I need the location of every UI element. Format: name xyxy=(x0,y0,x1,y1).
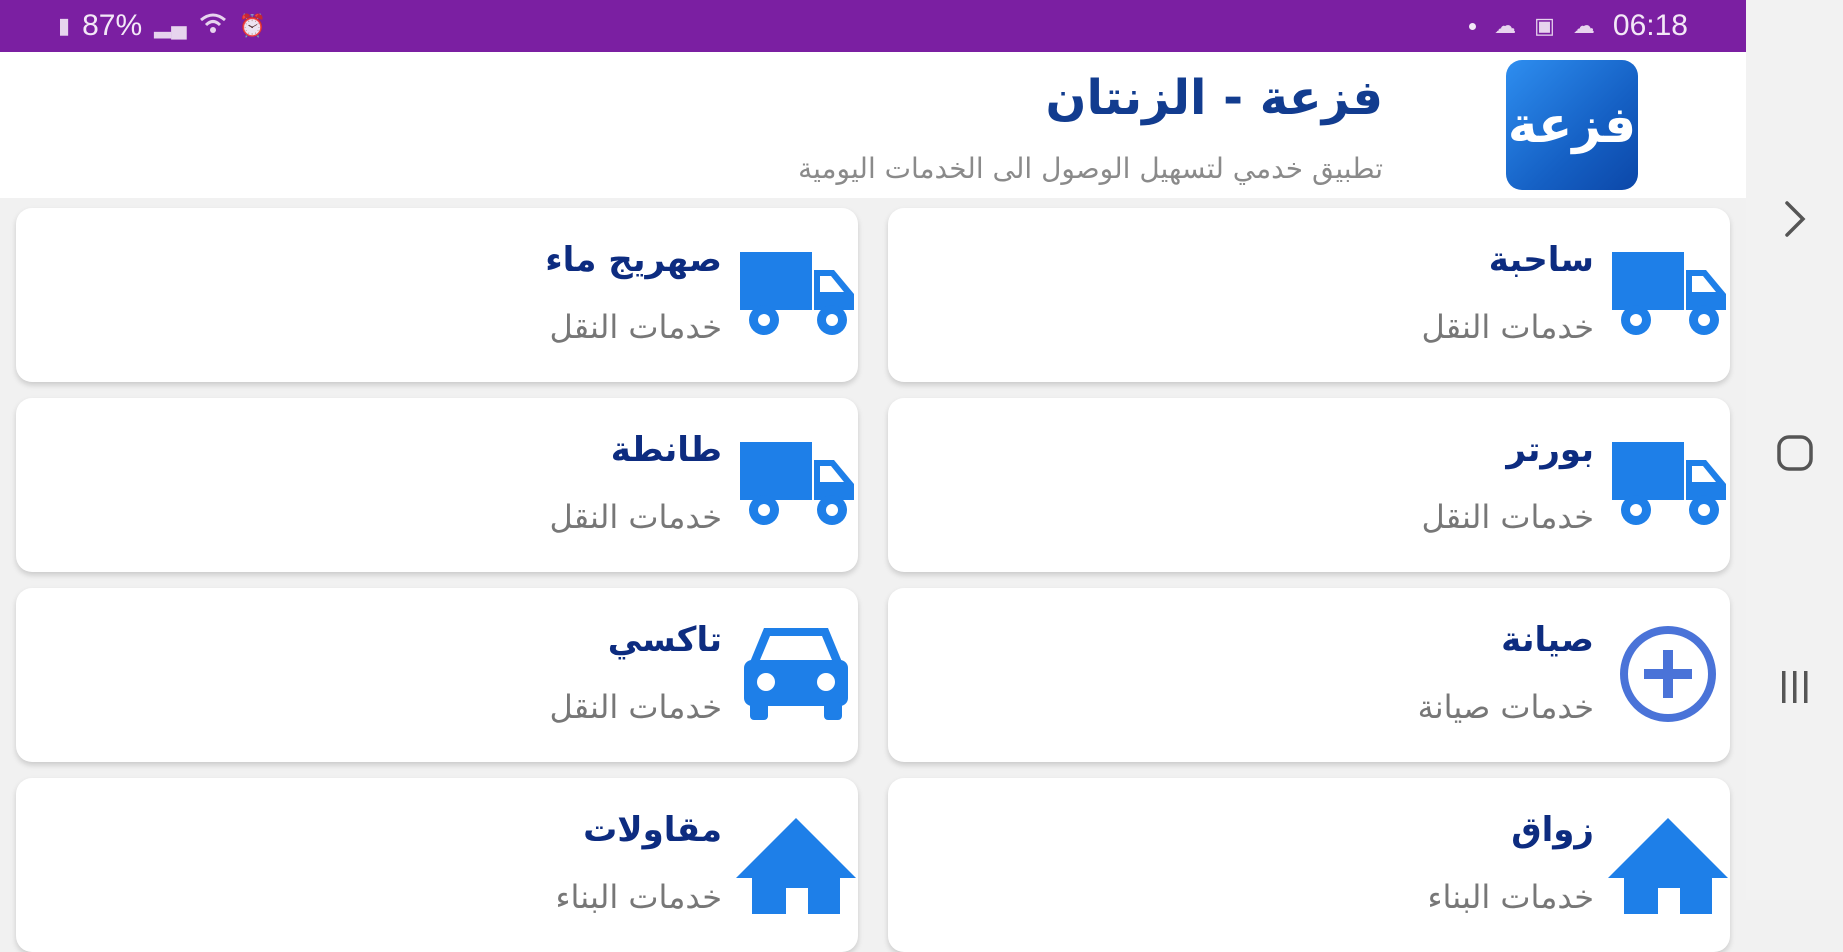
app-title: فزعة - الزنتان xyxy=(1045,70,1383,126)
home-square-icon xyxy=(1777,435,1813,471)
service-category: خدمات النقل xyxy=(1421,308,1594,346)
battery-icon: ▮ xyxy=(58,13,71,38)
service-card[interactable]: بورتر خدمات النقل xyxy=(888,398,1730,572)
recents-button[interactable] xyxy=(1774,666,1816,708)
service-card[interactable]: صهريج ماء خدمات النقل xyxy=(16,208,858,382)
service-title: صيانة xyxy=(1501,620,1594,660)
status-right: ☁ ▣ ☁ 06:18 xyxy=(1469,9,1688,43)
app-logo: فزعة xyxy=(1506,60,1638,190)
back-button[interactable] xyxy=(1774,198,1816,240)
weather-icon: ☁ xyxy=(1494,13,1517,38)
car-icon xyxy=(734,624,858,724)
service-category: خدمات البناء xyxy=(1427,878,1594,916)
recents-icon xyxy=(1782,671,1808,703)
navigation-bar xyxy=(1746,0,1843,900)
service-card[interactable]: ساحبة خدمات النقل xyxy=(888,208,1730,382)
services-grid: ساحبة خدمات النقل صهريج ماء خدمات النقل … xyxy=(0,198,1746,952)
truck-icon xyxy=(1606,434,1730,534)
service-category: خدمات النقل xyxy=(549,498,722,536)
clock: 06:18 xyxy=(1612,9,1688,42)
status-left: ▮ 87% ▂▄ ⏰ xyxy=(58,9,266,43)
gallery-icon: ▣ xyxy=(1534,13,1555,38)
alarm-icon: ⏰ xyxy=(238,13,267,38)
service-title: صهريج ماء xyxy=(545,240,722,280)
service-card[interactable]: مقاولات خدمات البناء xyxy=(16,778,858,952)
service-title: تاكسي xyxy=(607,620,722,660)
add-circle-icon xyxy=(1606,624,1730,724)
service-card[interactable]: تاكسي خدمات النقل xyxy=(16,588,858,762)
logo-text: فزعة xyxy=(1507,96,1637,154)
battery-percent: 87% xyxy=(82,9,143,42)
wifi-icon xyxy=(199,12,227,40)
truck-icon xyxy=(734,434,858,534)
service-card[interactable]: صيانة خدمات صيانة xyxy=(888,588,1730,762)
house-icon xyxy=(1606,814,1730,914)
status-bar: ▮ 87% ▂▄ ⏰ ☁ ▣ ☁ 06:18 xyxy=(0,0,1746,52)
service-title: مقاولات xyxy=(583,810,722,850)
signal-icon: ▂▄ xyxy=(154,13,187,38)
app-header: فزعة فزعة - الزنتان تطبيق خدمي لتسهيل ال… xyxy=(0,52,1746,198)
cloud-icon: ☁ xyxy=(1572,13,1595,38)
service-title: زواق xyxy=(1511,810,1594,850)
service-category: خدمات البناء xyxy=(555,878,722,916)
home-button[interactable] xyxy=(1774,432,1816,474)
truck-icon xyxy=(734,244,858,344)
service-title: طانطة xyxy=(610,430,722,470)
service-title: بورتر xyxy=(1506,430,1594,470)
service-category: خدمات النقل xyxy=(1421,498,1594,536)
truck-icon xyxy=(1606,244,1730,344)
service-title: ساحبة xyxy=(1488,240,1594,280)
house-icon xyxy=(734,814,858,914)
service-category: خدمات النقل xyxy=(549,308,722,346)
chevron-right-icon xyxy=(1785,201,1806,237)
service-category: خدمات صيانة xyxy=(1417,688,1594,726)
service-card[interactable]: طانطة خدمات النقل xyxy=(16,398,858,572)
service-card[interactable]: زواق خدمات البناء xyxy=(888,778,1730,952)
service-category: خدمات النقل xyxy=(549,688,722,726)
notification-dot-icon xyxy=(1469,22,1477,30)
app-subtitle: تطبيق خدمي لتسهيل الوصول الى الخدمات الي… xyxy=(798,152,1383,185)
